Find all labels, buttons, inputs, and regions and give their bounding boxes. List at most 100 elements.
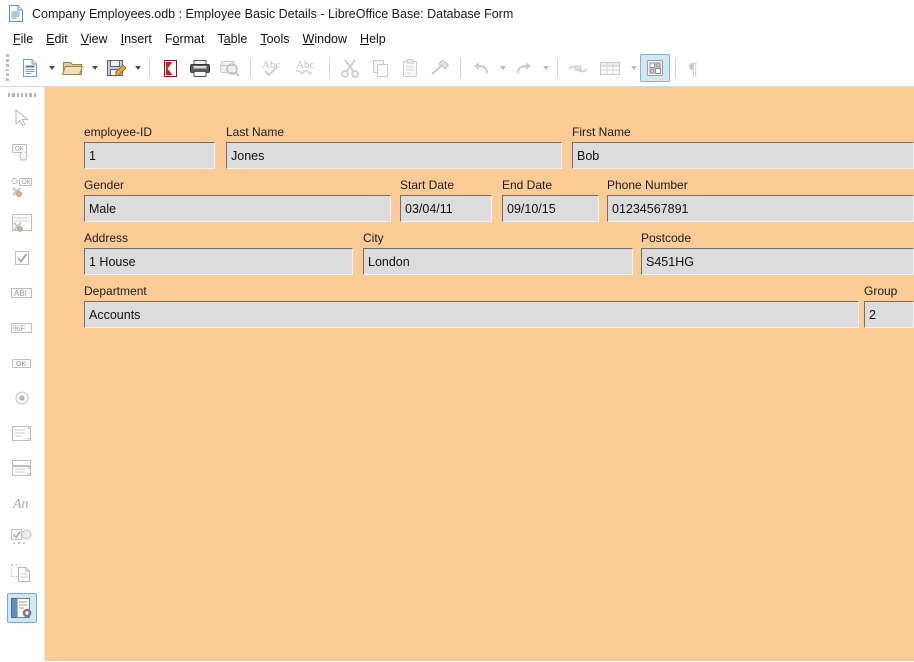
field-address: Address 1 House: [84, 231, 353, 275]
svg-text:OK: OK: [16, 361, 26, 368]
menu-format[interactable]: Format: [159, 31, 212, 47]
copy-button[interactable]: [365, 54, 395, 82]
field-postcode: Postcode S451HG: [641, 231, 914, 275]
toolbar-separator: [250, 58, 251, 78]
form-design-button[interactable]: [640, 54, 670, 82]
formatting-marks-button[interactable]: ¶: [681, 54, 711, 82]
field-label-address: Address: [84, 231, 353, 245]
field-gender: Gender Male: [84, 178, 391, 222]
field-group: Group 2: [864, 284, 914, 328]
menu-edit[interactable]: Edit: [40, 31, 75, 47]
field-employee-id: employee-ID 1: [84, 125, 215, 169]
undo-button[interactable]: [466, 54, 496, 82]
design-mode-toggle-button[interactable]: OK: [7, 138, 37, 168]
undo-dropdown-arrow[interactable]: [496, 54, 509, 82]
form-canvas[interactable]: employee-ID 1 Last Name Jones First Name…: [45, 87, 914, 661]
paste-button[interactable]: [395, 54, 425, 82]
save-button[interactable]: [101, 54, 131, 82]
field-label-city: City: [363, 231, 633, 245]
menu-file[interactable]: File: [7, 31, 40, 47]
form-navigator-button[interactable]: [7, 558, 37, 588]
control-wizards-toggle-button[interactable]: OK: [7, 173, 37, 203]
input-postcode[interactable]: S451HG: [641, 248, 914, 275]
menu-help[interactable]: Help: [354, 31, 393, 47]
field-label-start-date: Start Date: [400, 178, 492, 192]
print-preview-button[interactable]: [215, 54, 245, 82]
menu-window[interactable]: Window: [297, 31, 354, 47]
redo-dropdown-arrow[interactable]: [539, 54, 552, 82]
list-box-control-button[interactable]: [7, 418, 37, 448]
form-design-tools-button[interactable]: [7, 593, 37, 623]
export-pdf-button[interactable]: [155, 54, 185, 82]
form-controls-toolbar: OK OK: [0, 87, 45, 661]
field-phone-number: Phone Number 01234567891: [607, 178, 914, 222]
toolbar-separator: [329, 58, 330, 78]
insert-table-dropdown-arrow[interactable]: [627, 54, 640, 82]
input-group[interactable]: 2: [864, 301, 914, 328]
input-department[interactable]: Accounts: [84, 301, 859, 328]
field-label-group: Group: [864, 284, 914, 298]
input-phone-number[interactable]: 01234567891: [607, 195, 914, 222]
field-label-end-date: End Date: [502, 178, 599, 192]
field-start-date: Start Date 03/04/11: [400, 178, 492, 222]
work-area: OK OK: [0, 87, 914, 661]
field-label-phone-number: Phone Number: [607, 178, 914, 192]
input-start-date[interactable]: 03/04/11: [400, 195, 492, 222]
field-label-last-name: Last Name: [226, 125, 562, 139]
form-properties-button[interactable]: [7, 208, 37, 238]
input-first-name[interactable]: Bob: [572, 142, 914, 169]
hyperlink-button[interactable]: [563, 54, 593, 82]
toolbar-separator: [675, 58, 676, 78]
input-last-name[interactable]: Jones: [226, 142, 562, 169]
field-last-name: Last Name Jones: [226, 125, 562, 169]
spelling-button[interactable]: Abc: [256, 54, 290, 82]
menu-bar: File Edit View Insert Format Table Tools…: [0, 28, 914, 49]
open-file-dropdown-arrow[interactable]: [88, 54, 101, 82]
push-button-control-button[interactable]: OK: [7, 348, 37, 378]
check-box-control-button[interactable]: [7, 243, 37, 273]
input-city[interactable]: London: [363, 248, 633, 275]
field-label-department: Department: [84, 284, 859, 298]
open-file-button[interactable]: [58, 54, 88, 82]
toolbar-separator: [557, 58, 558, 78]
svg-text:An: An: [12, 497, 29, 512]
cut-button[interactable]: [335, 54, 365, 82]
clone-formatting-button[interactable]: [425, 54, 455, 82]
field-label-gender: Gender: [84, 178, 391, 192]
svg-text:%F: %F: [13, 324, 25, 333]
auto-spellcheck-button[interactable]: Abc: [290, 54, 324, 82]
svg-text:Abc: Abc: [296, 59, 314, 71]
select-tool-button[interactable]: [7, 103, 37, 133]
new-document-dropdown-arrow[interactable]: [45, 54, 58, 82]
combo-box-control-button[interactable]: [7, 453, 37, 483]
sidebar-drag-handle[interactable]: [8, 90, 36, 100]
input-end-date[interactable]: 09/10/15: [502, 195, 599, 222]
input-employee-id[interactable]: 1: [84, 142, 215, 169]
save-dropdown-arrow[interactable]: [131, 54, 144, 82]
menu-insert[interactable]: Insert: [115, 31, 159, 47]
field-department: Department Accounts: [84, 284, 859, 328]
redo-button[interactable]: [509, 54, 539, 82]
window-title-text: Company Employees.odb : Employee Basic D…: [32, 7, 513, 21]
toolbar-separator: [460, 58, 461, 78]
more-controls-button[interactable]: [7, 523, 37, 553]
standard-toolbar: Abc Abc: [0, 49, 914, 87]
insert-table-button[interactable]: [593, 54, 627, 82]
menu-tools[interactable]: Tools: [254, 31, 296, 47]
field-label-postcode: Postcode: [641, 231, 914, 245]
field-end-date: End Date 09/10/15: [502, 178, 599, 222]
input-gender[interactable]: Male: [84, 195, 391, 222]
toolbar-drag-handle[interactable]: [3, 55, 12, 81]
menu-view[interactable]: View: [75, 31, 115, 47]
field-label-employee-id: employee-ID: [84, 125, 215, 139]
option-button-control-button[interactable]: [7, 383, 37, 413]
formatted-field-control-button[interactable]: %F: [7, 313, 37, 343]
new-document-button[interactable]: [15, 54, 45, 82]
svg-text:OK: OK: [15, 147, 24, 153]
print-button[interactable]: [185, 54, 215, 82]
text-box-control-button[interactable]: ABI: [7, 278, 37, 308]
menu-table[interactable]: Table: [211, 31, 254, 47]
label-field-control-button[interactable]: An: [7, 488, 37, 518]
field-city: City London: [363, 231, 633, 275]
input-address[interactable]: 1 House: [84, 248, 353, 275]
